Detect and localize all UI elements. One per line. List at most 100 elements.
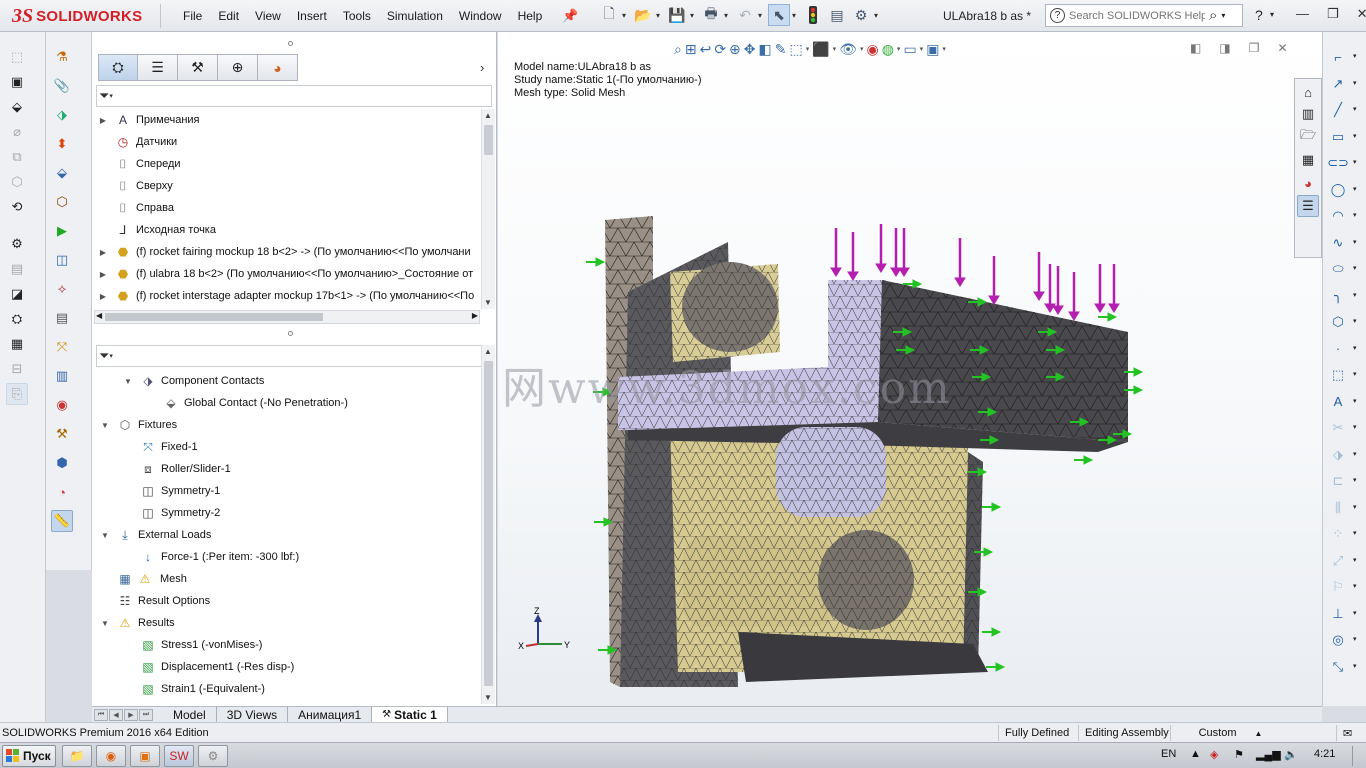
tree-row[interactable]: ⧈ Roller/Slider-1 (92, 458, 480, 480)
app-taskbar-icon[interactable]: ▣ (130, 745, 160, 767)
smart-dimension-dropdown-icon[interactable]: ▾ (1353, 79, 1357, 87)
units-up-arrow-icon[interactable]: ▲ (1254, 729, 1262, 738)
show-desktop-button[interactable] (1352, 746, 1364, 766)
include-image-icon[interactable]: ◉ (51, 394, 73, 416)
view-palette-icon[interactable]: ▦ (1297, 149, 1319, 171)
circle-icon[interactable]: ◯ (1327, 179, 1349, 201)
tab-property-manager[interactable]: ☰ (138, 54, 178, 81)
bom-icon[interactable]: ▦ (6, 333, 28, 355)
new-motion-study-icon[interactable]: ⛭ (6, 308, 28, 330)
first-tab-icon[interactable]: ⏮ (94, 708, 108, 721)
slot-dropdown-icon[interactable]: ▾ (1353, 158, 1357, 166)
move-component-icon[interactable]: ⟲ (6, 196, 28, 218)
pin-menu-icon[interactable]: 📌 (562, 8, 578, 24)
tab-3d-views[interactable]: 3D Views (217, 706, 289, 723)
convert-entities-icon[interactable]: ⬗ (1327, 444, 1349, 466)
tree-row[interactable]: ⌷ Спереди (92, 153, 480, 175)
convert-entities-dropdown-icon[interactable]: ▾ (1353, 450, 1357, 458)
instant2d-icon[interactable]: ⤡ (1327, 656, 1349, 678)
expand-arrow-icon[interactable]: ▶ (98, 292, 108, 301)
undo-dropdown-icon[interactable]: ▾ (758, 11, 766, 20)
sketch-icon[interactable]: ⌐ (1327, 46, 1349, 68)
deformed-result-icon[interactable]: ⟡ (51, 278, 73, 300)
tree-row[interactable]: ◫ Symmetry-1 (92, 480, 480, 502)
restore-icon[interactable]: ❐ (1327, 6, 1339, 22)
report-icon[interactable]: ▥ (51, 365, 73, 387)
tree-row[interactable]: ▶ ⬣ (f) rocket interstage adapter mockup 1… (92, 285, 480, 307)
sketch-dropdown-icon[interactable]: ▾ (1353, 52, 1357, 60)
print-icon[interactable]: 🖶 (700, 4, 722, 26)
construction-icon[interactable]: ⬚ (1327, 364, 1349, 386)
tree-row[interactable]: ▼ ⬗ Component Contacts (92, 370, 480, 392)
feature-tree-horizontal-scrollbar[interactable]: ◀ ▶ (94, 310, 480, 324)
expand-arrow-icon[interactable]: ▶ (98, 270, 108, 279)
save-icon[interactable]: 💾 (666, 4, 688, 26)
filter-funnel-icon[interactable]: ⏷ (99, 348, 109, 364)
clock[interactable]: 4:21 (1314, 748, 1335, 760)
relations-icon[interactable]: ⊥ (1327, 603, 1349, 625)
scroll-up-arrow-icon[interactable]: ▲ (484, 347, 492, 356)
menu-view[interactable]: View (247, 9, 289, 23)
units-selector[interactable]: Custom ▲ (1170, 725, 1290, 741)
network-signal-icon[interactable]: ▂▄▆ (1256, 748, 1281, 761)
tree-splitter-handle[interactable] (288, 331, 293, 336)
file-explorer-taskbar-icon[interactable]: 📁 (62, 745, 92, 767)
print-dropdown-icon[interactable]: ▾ (724, 11, 732, 20)
reference-geometry-icon[interactable]: ◪ (6, 283, 28, 305)
tree-row[interactable]: ▼ ⚠ Results (92, 612, 480, 634)
scroll-left-arrow-icon[interactable]: ◀ (96, 311, 102, 320)
tree-row[interactable]: ⌷ Сверху (92, 175, 480, 197)
language-indicator[interactable]: EN (1161, 748, 1176, 760)
collapse-arrow-icon[interactable]: ▼ (100, 619, 110, 628)
study-tree-vertical-scrollbar[interactable]: ▲ ▼ (481, 345, 495, 704)
menu-edit[interactable]: Edit (210, 9, 247, 23)
filter-funnel-icon[interactable]: ⏷ (99, 88, 109, 104)
arc-icon[interactable]: ◠ (1327, 205, 1349, 227)
options-gear-icon[interactable]: ⚙ (850, 4, 872, 26)
tree-row[interactable]: ↓ Force-1 (:Per item: -300 lbf:) (92, 546, 480, 568)
repair-sketch-icon[interactable]: ⚐ (1327, 576, 1349, 598)
polygon-icon[interactable]: ⬡ (1327, 311, 1349, 333)
file-explorer-icon[interactable]: 🗁 (1297, 126, 1319, 148)
smart-fasteners-icon[interactable]: ⬡ (6, 171, 28, 193)
assembly-icon[interactable]: ⬚ (6, 46, 28, 68)
move-entities-icon[interactable]: ⤢ (1327, 550, 1349, 572)
action-center-icon[interactable]: ⚑ (1234, 748, 1244, 761)
graphics-area[interactable]: Model name:ULAbra18 b as Study name:Stat… (498, 32, 1322, 706)
text-dropdown-icon[interactable]: ▾ (1353, 397, 1357, 405)
scroll-right-arrow-icon[interactable]: ▶ (472, 311, 478, 320)
instant2d-dropdown-icon[interactable]: ▾ (1353, 662, 1357, 670)
plot-tools-icon[interactable]: ⤧ (51, 336, 73, 358)
rebuild-traffic-light-icon[interactable] (802, 4, 824, 26)
select-dropdown-icon[interactable]: ▾ (792, 11, 800, 20)
tree-row[interactable]: ◫ Symmetry-2 (92, 502, 480, 524)
design-study-icon[interactable]: ⬢ (51, 452, 73, 474)
tab-dimxpert[interactable]: ⊕ (218, 54, 258, 81)
rapid-sketch-icon[interactable]: ◎ (1327, 629, 1349, 651)
fillet-icon[interactable]: ╮ (1327, 285, 1349, 307)
menu-file[interactable]: File (175, 9, 210, 23)
sketch-pattern-dropdown-icon[interactable]: ▾ (1353, 529, 1357, 537)
new-part-icon[interactable]: ▣ (6, 71, 28, 93)
spline-dropdown-icon[interactable]: ▾ (1353, 238, 1357, 246)
polygon-dropdown-icon[interactable]: ▾ (1353, 317, 1357, 325)
filter-dropdown-icon[interactable]: ▾ (109, 92, 113, 100)
repair-sketch-dropdown-icon[interactable]: ▾ (1353, 582, 1357, 590)
tree-row[interactable]: ⌷ Справа (92, 197, 480, 219)
tree-row[interactable]: ⅃ Исходная точка (92, 219, 480, 241)
connections-advisor-icon[interactable]: ⬙ (51, 162, 73, 184)
tab-model[interactable]: Model (163, 706, 217, 723)
design-library-icon[interactable]: ▥ (1297, 103, 1319, 125)
tab-static-1[interactable]: ⚒ Static 1 (372, 706, 448, 723)
ellipse-icon[interactable]: ⬭ (1327, 258, 1349, 280)
fillet-dropdown-icon[interactable]: ▾ (1353, 291, 1357, 299)
sketch-pattern-icon[interactable]: ⁘ (1327, 523, 1349, 545)
tree-row[interactable]: ☷ Result Options (92, 590, 480, 612)
new-document-icon[interactable]: 🗋 (598, 4, 620, 26)
construction-dropdown-icon[interactable]: ▾ (1353, 370, 1357, 378)
tree-row[interactable]: ▧ Strain1 (-Equivalent-) (92, 678, 480, 700)
menu-help[interactable]: Help (510, 9, 551, 23)
tree-row[interactable]: ▶ ⬣ (f) ulabra 18 b<2> (По умолчанию<<По у… (92, 263, 480, 285)
mirror-dropdown-icon[interactable]: ▾ (1353, 503, 1357, 511)
slot-icon[interactable]: ⊂⊃ (1327, 152, 1349, 174)
